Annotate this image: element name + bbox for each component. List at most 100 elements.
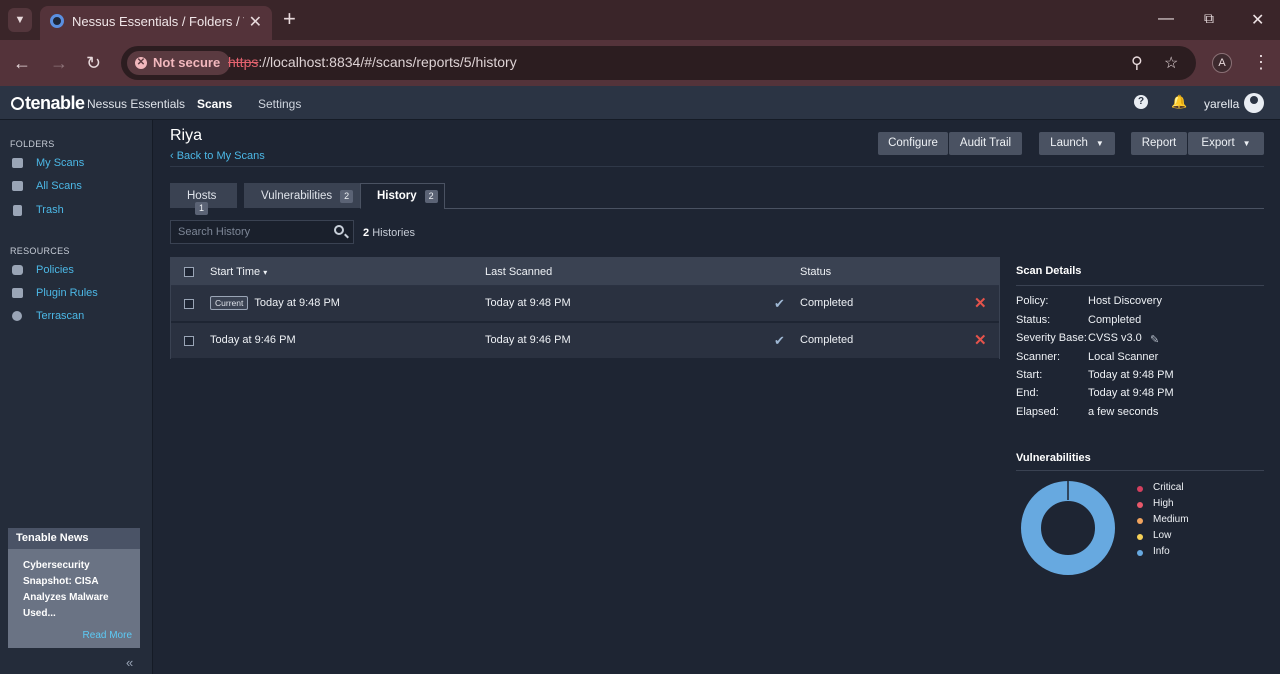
nessus-favicon-icon <box>50 14 64 28</box>
not-secure-label: Not secure <box>153 55 221 70</box>
tab-count-badge: 2 <box>340 190 354 203</box>
delete-x-icon[interactable]: ✕ <box>974 294 987 312</box>
legend-label: Critical <box>1153 482 1184 493</box>
table-header: Start Time ▾ Last Scanned Status <box>171 258 999 286</box>
vulnerabilities-title: Vulnerabilities <box>1016 452 1091 464</box>
help-icon[interactable]: ? <box>1134 95 1148 109</box>
scan-details-title: Scan Details <box>1016 265 1082 277</box>
tab-search-chevron-icon[interactable]: ▼ <box>8 8 32 32</box>
username[interactable]: yarella <box>1204 97 1239 111</box>
new-tab-plus-icon[interactable]: + <box>283 6 296 32</box>
configure-button[interactable]: Configure <box>878 132 948 155</box>
bookmark-star-icon[interactable]: ☆ <box>1164 53 1178 73</box>
select-all-checkbox[interactable] <box>184 267 194 277</box>
tab-hosts[interactable]: Hosts1 <box>170 183 237 215</box>
vulnerabilities-donut-chart[interactable] <box>1020 480 1116 576</box>
resources-heading: RESOURCES <box>10 246 70 256</box>
launch-button[interactable]: Launch ▼ <box>1039 132 1115 155</box>
detail-label-policy: Policy: <box>1016 295 1049 307</box>
audit-trail-button[interactable]: Audit Trail <box>949 132 1022 155</box>
folder-icon <box>12 181 23 191</box>
completed-check-icon: ✔ <box>774 333 785 348</box>
tab-history[interactable]: History 2 <box>360 183 445 209</box>
browser-tab[interactable]: Nessus Essentials / Folders / View Scan … <box>40 6 272 40</box>
not-secure-chip[interactable]: ✕ Not secure <box>127 51 231 75</box>
news-headline[interactable]: Cybersecurity Snapshot: CISA Analyzes Ma… <box>23 558 123 622</box>
caret-down-icon: ▼ <box>1095 139 1104 148</box>
caret-down-icon: ▼ <box>1242 139 1251 148</box>
sidebar-item-policies[interactable]: Policies <box>10 263 145 281</box>
detail-value-elapsed: a few seconds <box>1088 406 1159 418</box>
reload-icon[interactable]: ↻ <box>86 53 101 74</box>
warning-icon: ✕ <box>135 57 147 69</box>
legend-dot-icon <box>1137 550 1143 556</box>
browser-tab-strip: ▼ Nessus Essentials / Folders / View Sca… <box>0 0 1280 40</box>
url-path: ://localhost:8834/#/scans/reports/5/hist… <box>258 54 517 70</box>
news-read-more-link[interactable]: Read More <box>83 630 132 641</box>
column-last-scanned[interactable]: Last Scanned <box>485 266 552 278</box>
back-arrow-icon[interactable]: ← <box>13 53 31 74</box>
delete-x-icon[interactable]: ✕ <box>974 331 987 349</box>
url-text[interactable]: https://localhost:8834/#/scans/reports/5… <box>228 54 517 70</box>
user-avatar-icon[interactable] <box>1244 93 1264 113</box>
detail-label-severity-base: Severity Base: <box>1016 332 1087 344</box>
search-history-input[interactable] <box>171 221 329 243</box>
title-divider <box>170 166 1264 167</box>
restore-icon[interactable]: ⧉ <box>1204 10 1214 27</box>
sidebar-item-plugin-rules[interactable]: Plugin Rules <box>10 286 145 304</box>
folder-icon <box>12 158 23 168</box>
terrascan-icon <box>12 311 22 321</box>
current-badge: Current <box>210 296 249 310</box>
detail-value-scanner: Local Scanner <box>1088 351 1159 363</box>
export-button[interactable]: Export ▼ <box>1188 132 1264 155</box>
completed-check-icon: ✔ <box>774 296 785 311</box>
window-close-icon[interactable]: ✕ <box>1251 10 1264 30</box>
status-cell: Completed <box>800 334 854 346</box>
minimize-icon[interactable]: — <box>1158 10 1174 28</box>
legend-dot-icon <box>1137 486 1143 492</box>
nav-scans[interactable]: Scans <box>197 97 232 111</box>
row-checkbox[interactable] <box>184 336 194 346</box>
sidebar-item-trash[interactable]: Trash <box>10 203 145 221</box>
legend-dot-icon <box>1137 534 1143 540</box>
back-to-my-scans-link[interactable]: ‹ Back to My Scans <box>170 150 265 162</box>
legend-label: High <box>1153 498 1174 509</box>
browser-menu-icon[interactable]: ⋮ <box>1252 52 1270 73</box>
sidebar-item-my-scans[interactable]: My Scans <box>10 156 145 174</box>
legend-dot-icon <box>1137 502 1143 508</box>
sidebar: FOLDERS My Scans All Scans Trash RESOURC… <box>0 120 153 674</box>
tab-count-badge: 1 <box>195 202 209 215</box>
detail-value-status: Completed <box>1088 314 1142 326</box>
app-header: tenable Nessus Essentials Scans Settings… <box>0 86 1280 120</box>
sidebar-item-all-scans[interactable]: All Scans <box>10 179 145 197</box>
nav-settings[interactable]: Settings <box>258 97 301 111</box>
profile-avatar[interactable]: A <box>1212 53 1232 73</box>
tenable-logo[interactable]: tenable <box>11 93 85 114</box>
row-checkbox[interactable] <box>184 299 194 309</box>
search-icon[interactable] <box>334 225 344 235</box>
table-row[interactable]: Current Today at 9:48 PM Today at 9:48 PM… <box>171 286 999 322</box>
collapse-sidebar-icon[interactable]: « <box>126 655 133 670</box>
news-heading: Tenable News <box>8 528 140 549</box>
product-name: Nessus Essentials <box>87 97 186 111</box>
page-title: Riya <box>170 127 203 144</box>
notifications-bell-icon[interactable]: 🔔 <box>1171 94 1187 110</box>
trash-icon <box>13 205 22 216</box>
edit-pencil-icon[interactable]: ✎ <box>1150 333 1159 346</box>
table-row[interactable]: Today at 9:46 PM Today at 9:46 PM ✔ Comp… <box>171 323 999 359</box>
last-scanned-cell: Today at 9:46 PM <box>485 334 571 346</box>
tab-close-icon[interactable]: ✕ <box>249 12 262 32</box>
sort-down-icon: ▾ <box>263 268 268 277</box>
forward-arrow-icon[interactable]: → <box>50 53 68 74</box>
detail-value-end: Today at 9:48 PM <box>1088 387 1174 399</box>
report-button[interactable]: Report <box>1131 132 1187 155</box>
column-status[interactable]: Status <box>800 266 831 278</box>
tab-vulnerabilities[interactable]: Vulnerabilities 2 <box>244 183 360 208</box>
start-time-cell: Current Today at 9:48 PM <box>210 296 340 310</box>
address-bar[interactable]: ✕ Not secure https://localhost:8834/#/sc… <box>121 46 1196 80</box>
detail-value-severity-base: CVSS v3.0 <box>1088 332 1142 344</box>
column-start-time[interactable]: Start Time ▾ <box>210 266 267 278</box>
detail-label-end: End: <box>1016 387 1039 399</box>
zoom-icon[interactable]: ⚲ <box>1131 53 1143 73</box>
sidebar-item-terrascan[interactable]: Terrascan <box>10 309 145 327</box>
